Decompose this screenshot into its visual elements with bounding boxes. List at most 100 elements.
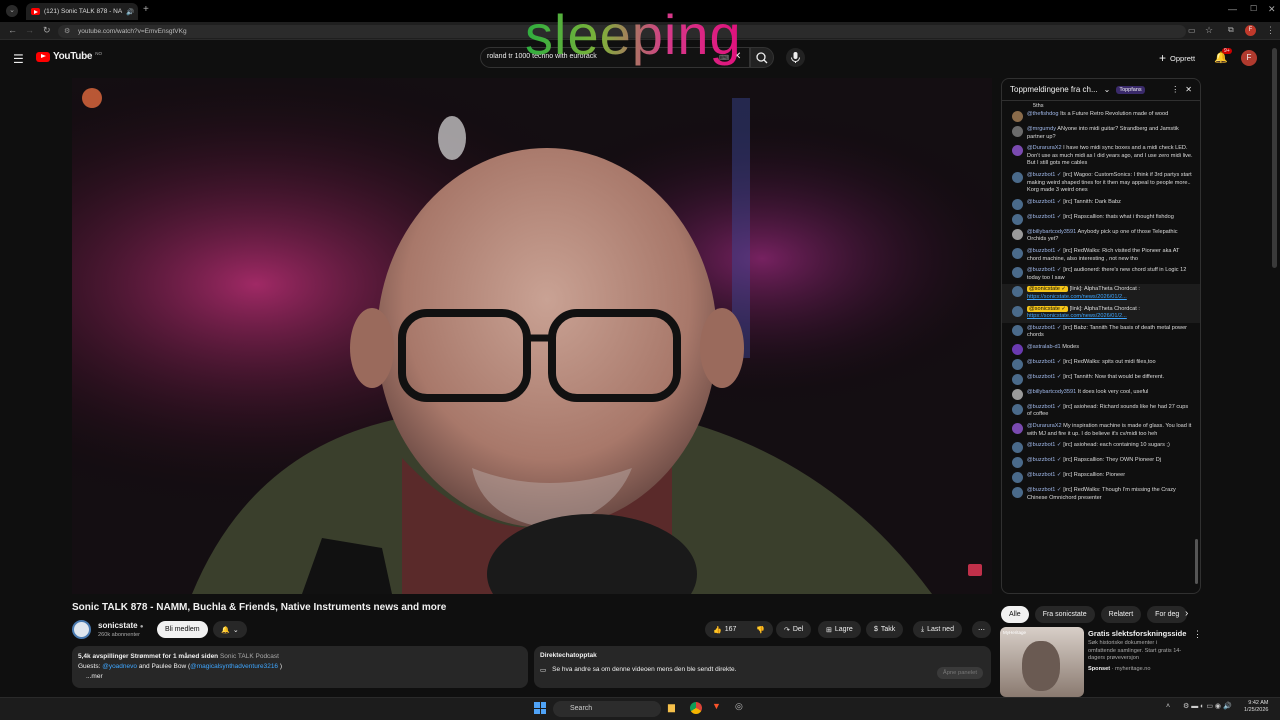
chevron-down-icon[interactable]: ⌄ xyxy=(1104,85,1111,94)
chat-author[interactable]: @sonicstate ✓ xyxy=(1027,286,1069,293)
channel-avatar[interactable] xyxy=(72,620,91,639)
join-button[interactable]: Bli medlem xyxy=(157,621,208,638)
chat-avatar[interactable] xyxy=(1012,343,1023,355)
taskbar-search[interactable]: Search xyxy=(553,701,661,717)
browser-menu-icon[interactable]: ⋮ xyxy=(1266,25,1275,36)
chat-author[interactable]: @buzzbot1 ✓ xyxy=(1027,325,1062,331)
chat-author[interactable]: @buzzbot1 ✓ xyxy=(1027,359,1062,365)
chat-author[interactable]: @billybartcody3591 xyxy=(1027,229,1076,235)
chat-author[interactable]: @astralab-d1 xyxy=(1027,344,1061,350)
chat-avatar[interactable] xyxy=(1012,442,1023,454)
guest2-link[interactable]: @magicalsynthadventure3216 xyxy=(190,663,278,670)
chat-author[interactable]: @mrgumdy xyxy=(1027,126,1056,132)
bookmark-star-icon[interactable]: ☆ xyxy=(1205,25,1213,36)
clock[interactable]: 9:42 AM 1/25/2026 xyxy=(1244,700,1268,714)
chat-scrollbar[interactable] xyxy=(1195,539,1198,584)
minimize-icon[interactable]: — xyxy=(1228,4,1237,14)
profile-avatar[interactable]: F xyxy=(1245,25,1256,36)
chat-author[interactable]: @DuraruraX2 xyxy=(1027,145,1062,151)
back-icon[interactable]: ← xyxy=(8,25,17,35)
chat-author[interactable]: @buzzbot1 ✓ xyxy=(1027,457,1062,463)
chat-link[interactable]: https://sonicstate.com/news/2026/01/2... xyxy=(1027,313,1127,319)
site-info-icon[interactable]: ⚙ xyxy=(64,27,70,35)
download-button[interactable]: ⤓ Last ned xyxy=(913,621,962,638)
chat-avatar[interactable] xyxy=(1012,457,1023,469)
chat-author[interactable]: @billybartcody3591 xyxy=(1027,389,1076,395)
chat-author[interactable]: @buzzbot1 ✓ xyxy=(1027,248,1062,254)
subscribed-bell-button[interactable]: 🔔 ⌄ xyxy=(213,621,247,638)
channel-name[interactable]: sonicstate ● xyxy=(98,621,143,630)
chat-avatar[interactable] xyxy=(1012,324,1023,336)
top-fans-badge[interactable]: Toppfans xyxy=(1116,85,1145,94)
chat-menu-icon[interactable]: ⋮ xyxy=(1171,85,1179,94)
filter-chip[interactable]: Fra sonicstate xyxy=(1034,606,1095,623)
forward-icon[interactable]: → xyxy=(25,25,34,35)
chat-author[interactable]: @buzzbot1 ✓ xyxy=(1027,199,1062,205)
chat-avatar[interactable] xyxy=(1012,126,1023,137)
chat-avatar[interactable] xyxy=(1012,247,1023,259)
chat-avatar[interactable] xyxy=(1012,145,1023,157)
account-avatar[interactable]: F xyxy=(1241,50,1257,66)
save-button[interactable]: ⊞ Lagre xyxy=(818,621,861,638)
description-box[interactable]: 5,4k avspillinger Strømmet for 1 måned s… xyxy=(72,646,528,688)
chat-avatar[interactable] xyxy=(1012,373,1023,385)
chat-avatar[interactable] xyxy=(1012,487,1023,499)
chat-avatar[interactable] xyxy=(1012,171,1023,183)
chat-author[interactable]: @buzzbot1 ✓ xyxy=(1027,267,1062,273)
new-tab-button[interactable]: + xyxy=(143,4,149,15)
chat-mode-label[interactable]: Toppmeldingene fra ch... xyxy=(1010,85,1098,94)
show-more-link[interactable]: ...mer xyxy=(78,672,522,682)
video-player[interactable] xyxy=(72,78,992,594)
chat-link[interactable]: https://sonicstate.com/news/2026/01/2... xyxy=(1027,294,1127,300)
chat-author[interactable]: @buzzbot1 ✓ xyxy=(1027,172,1062,178)
more-actions-icon[interactable]: ⋯ xyxy=(972,621,991,638)
close-chat-icon[interactable]: ✕ xyxy=(1185,85,1192,94)
chevron-right-icon[interactable]: › xyxy=(1185,608,1188,619)
windows-start-icon[interactable] xyxy=(534,702,546,714)
thumbs-down-icon[interactable]: 👎 xyxy=(756,626,765,634)
ad-menu-icon[interactable]: ⋮ xyxy=(1193,629,1202,640)
speaker-icon[interactable]: 🔊 xyxy=(126,8,134,16)
chat-avatar[interactable] xyxy=(1012,423,1023,435)
ad-title[interactable]: Gratis slektsforskningsside xyxy=(1088,629,1186,638)
guest1-link[interactable]: @yoadnevo xyxy=(102,663,137,670)
chat-author[interactable]: @sonicstate ✓ xyxy=(1027,305,1069,312)
page-scrollbar[interactable] xyxy=(1272,48,1277,268)
chat-avatar[interactable] xyxy=(1012,358,1023,370)
create-button[interactable]: + Opprett xyxy=(1159,51,1195,65)
file-explorer-icon[interactable]: ▆ xyxy=(668,702,675,713)
ad-thumbnail[interactable]: MyHeritage xyxy=(1000,627,1084,697)
filter-chip[interactable]: For deg xyxy=(1147,606,1188,623)
chat-avatar[interactable] xyxy=(1012,111,1023,122)
maximize-icon[interactable]: ☐ xyxy=(1250,4,1257,13)
open-panel-button[interactable]: Åpne panelet xyxy=(936,667,983,679)
cast-icon[interactable]: ▭ xyxy=(1188,26,1196,35)
chat-author[interactable]: @buzzbot1 ✓ xyxy=(1027,404,1062,410)
reload-icon[interactable]: ↻ xyxy=(43,25,51,36)
tray-icons[interactable]: ⚙ ▬ ◐ ▭ ◉ 🔊 xyxy=(1183,702,1232,710)
close-window-icon[interactable]: ✕ xyxy=(1268,4,1276,15)
youtube-logo[interactable]: YouTube NO xyxy=(36,51,102,62)
chat-avatar[interactable] xyxy=(1012,403,1023,415)
chat-author[interactable]: @buzzbot1 ✓ xyxy=(1027,472,1062,478)
chat-avatar[interactable] xyxy=(1012,198,1023,210)
thumbs-up-icon[interactable]: 👍 xyxy=(713,626,722,634)
tab-list-button[interactable]: ⌄ xyxy=(6,5,18,17)
share-button[interactable]: ↷ Del xyxy=(776,621,812,638)
podcast-link[interactable]: Sonic TALK Podcast xyxy=(220,653,279,660)
chat-author[interactable]: @thefishdog xyxy=(1027,111,1059,117)
chat-author[interactable]: @DuraruraX2 xyxy=(1027,423,1062,429)
filter-chip[interactable]: Relatert xyxy=(1100,606,1142,623)
tray-chevron-icon[interactable]: ˄ xyxy=(1166,703,1170,710)
chat-author[interactable]: @buzzbot1 ✓ xyxy=(1027,214,1062,220)
thanks-button[interactable]: $ Takk xyxy=(866,621,904,638)
extensions-icon[interactable]: ⧉ xyxy=(1228,25,1234,35)
hamburger-menu-icon[interactable]: ☰ xyxy=(13,52,24,66)
chat-avatar[interactable] xyxy=(1012,286,1023,298)
chat-author[interactable]: @buzzbot1 ✓ xyxy=(1027,487,1062,493)
brave-icon[interactable]: ▼ xyxy=(712,701,721,711)
chat-avatar[interactable] xyxy=(1012,305,1023,317)
chat-avatar[interactable] xyxy=(1012,228,1023,240)
search-button[interactable] xyxy=(750,47,774,68)
chat-avatar[interactable] xyxy=(1012,388,1023,400)
